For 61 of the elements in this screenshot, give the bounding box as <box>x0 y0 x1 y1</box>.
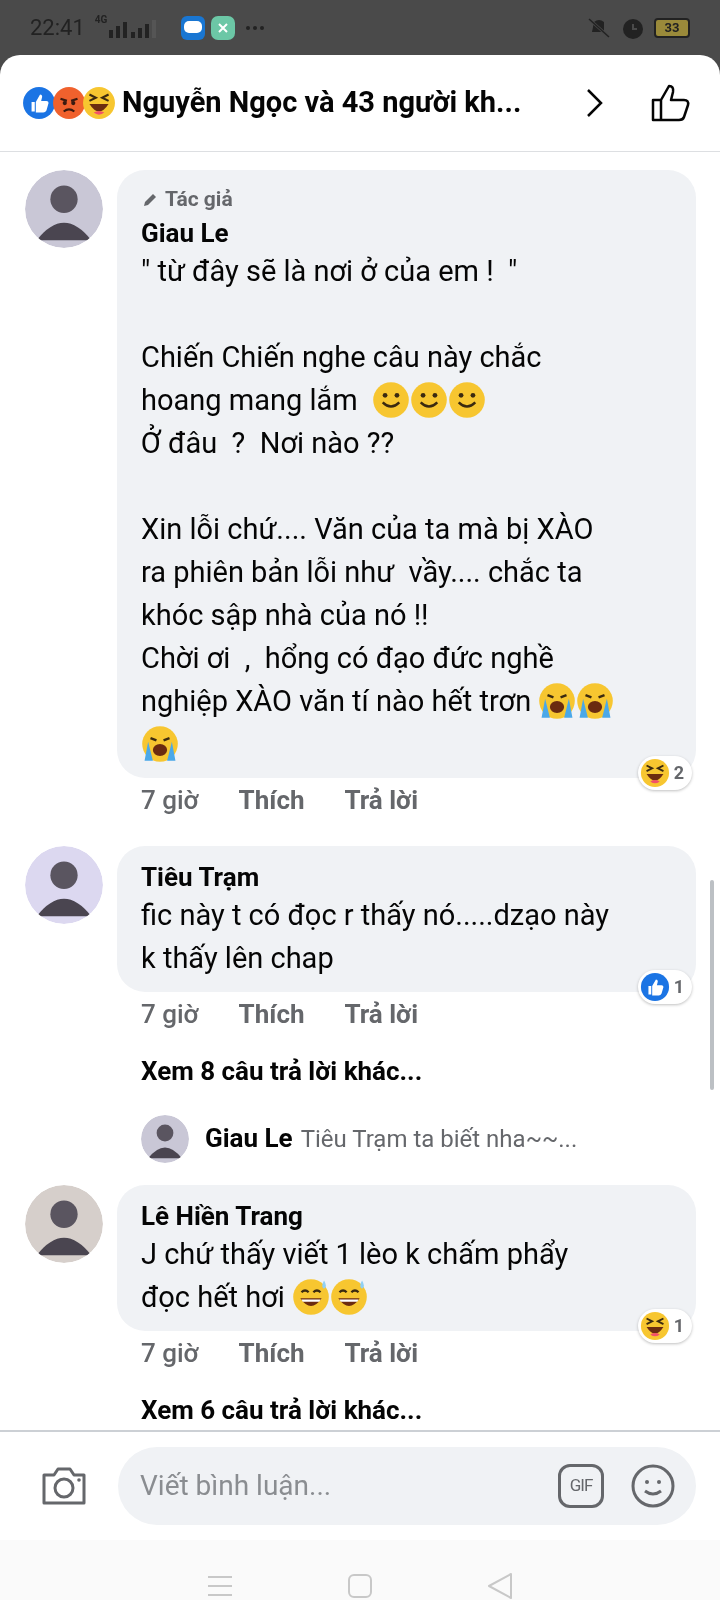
comment-text: khóc sập nhà của nó !! <box>141 596 429 634</box>
comment-time: 7 giờ <box>141 998 199 1031</box>
reply-link[interactable]: Trả lời <box>344 995 419 1034</box>
like-link[interactable]: Thích <box>238 995 305 1034</box>
battery-icon: 33 <box>654 17 690 38</box>
smiley-icon <box>448 381 487 419</box>
avatar[interactable] <box>141 1114 189 1163</box>
comment-text: fic này t có đọc r thấy nó.....dzạo này <box>141 896 610 934</box>
more-replies-link[interactable]: Xem 6 câu trả lời khác... <box>117 1390 696 1430</box>
grinning-sweat-icon <box>330 1278 369 1316</box>
chat-app-icon <box>181 15 206 40</box>
commenter-name[interactable]: Lê Hiền Trang <box>141 1198 670 1233</box>
app-icon <box>211 15 236 40</box>
emoji-icon[interactable] <box>630 1462 676 1509</box>
comment-text: Chời ơi , hổng có đạo đức nghề <box>141 639 554 677</box>
laughing-face-icon <box>639 1310 670 1341</box>
crying-face-icon <box>141 725 179 763</box>
reply-author[interactable]: Giau Le <box>205 1119 293 1158</box>
more-replies-link[interactable]: Xem 8 câu trả lời khác... <box>117 1051 696 1091</box>
like-link[interactable]: Thích <box>238 1334 305 1373</box>
avatar[interactable] <box>25 845 103 924</box>
comment-text: ra phiên bản lỗi như vầy.... chắc ta <box>141 553 583 591</box>
comment-text: J chứ thấy viết 1 lèo k chấm phẩy <box>141 1235 569 1273</box>
comment-time: 7 giờ <box>141 1337 199 1370</box>
angry-face-icon <box>52 86 86 120</box>
reply-snippet: Tiêu Trạm ta biết nha~~... <box>300 1123 578 1155</box>
comment-text: hoang mang lắm <box>141 381 359 419</box>
comment-time: 7 giờ <box>141 784 199 817</box>
comment-text: Xin lỗi chứ.... Văn của ta mà bị XÀO <box>141 510 594 548</box>
comment-text: nghiệp XÀO văn tí nào hết trơn <box>141 682 533 720</box>
more-icon <box>245 24 266 31</box>
avatar[interactable] <box>25 1184 103 1263</box>
laughing-face-icon <box>639 757 670 788</box>
reaction-count: 2 <box>673 761 684 785</box>
reply-link[interactable]: Trả lời <box>344 1334 419 1373</box>
reactions-title[interactable]: Nguyễn Ngọc và 43 người kh... <box>122 81 522 125</box>
comment-text: " từ đây sẽ là nơi ở của em ! " <box>141 252 518 290</box>
grinning-sweat-icon <box>292 1278 331 1316</box>
smiley-icon <box>372 381 411 419</box>
thumbs-up-icon <box>22 86 56 120</box>
crying-face-icon <box>576 682 615 720</box>
reaction-count: 1 <box>673 1314 684 1338</box>
chevron-right-icon[interactable] <box>584 87 604 119</box>
commenter-name[interactable]: Tiêu Trạm <box>141 859 670 894</box>
thumbs-up-icon[interactable] <box>650 82 692 124</box>
comment-text: k thấy lên chap <box>141 939 334 977</box>
comment-text: Chiến Chiến nghe câu này chắc <box>141 338 542 376</box>
reply-link[interactable]: Trả lời <box>344 781 419 820</box>
comment-input[interactable]: Viết bình luận... GIF <box>118 1446 696 1525</box>
thumbs-up-icon <box>639 971 670 1002</box>
smiley-icon <box>410 381 449 419</box>
comment-text: Ở đâu ? Nơi nào ?? <box>141 423 395 462</box>
author-label: Tác giả <box>165 186 233 213</box>
comment-text: đọc hết hơi <box>141 1278 286 1316</box>
commenter-name[interactable]: Giau Le <box>141 215 670 250</box>
laughing-face-icon <box>82 86 116 120</box>
gif-button[interactable]: GIF <box>558 1463 604 1508</box>
crying-face-icon <box>538 682 577 720</box>
reaction-count: 1 <box>673 975 684 999</box>
like-link[interactable]: Thích <box>238 781 305 820</box>
avatar[interactable] <box>25 170 103 248</box>
